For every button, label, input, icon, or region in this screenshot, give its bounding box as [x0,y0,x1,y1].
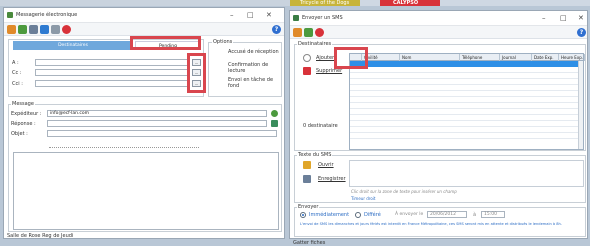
grid-header: Civilité Nom Téléphone Journal Date Exp.… [350,54,585,61]
minimize-button[interactable]: – [230,11,234,19]
tab-destinataires[interactable]: Destinataires [13,41,133,50]
sms-maximize-button[interactable]: □ [560,14,567,22]
sms-cancel-icon[interactable] [315,28,324,37]
save-sms-icon [303,175,311,183]
to-label: A : [12,60,19,66]
options-group: Options Accusé de réception Confirmation… [208,39,282,97]
col-nom[interactable]: Nom [400,54,460,61]
edit-reply-icon[interactable] [271,120,278,127]
to-field[interactable] [35,59,190,66]
expediteur-select[interactable]: info@ecf-lan.com [47,110,267,117]
refresh-icon[interactable] [51,25,60,34]
cci-label: Cci : [12,81,23,87]
email-status: Salle de Rose Reg de Jeudi [7,233,74,239]
sms-send-title: Envoyer [297,204,320,210]
editor-toolbar [49,142,199,148]
highlight-pending-tab [130,36,201,50]
enregistrer-button[interactable]: Enregistrer [318,176,346,182]
open-icon [303,161,311,169]
option-confirmation[interactable]: Confirmation de lecture [228,62,282,74]
objet-field[interactable] [47,130,277,137]
highlight-ajouter [334,47,368,69]
col-telephone[interactable]: Téléphone [460,54,500,61]
table-row[interactable] [350,133,583,139]
option-envoi[interactable]: Envoi en tâche de fond [228,77,282,89]
sms-help-icon[interactable]: ? [577,28,586,37]
cci-field[interactable] [35,80,190,87]
immediatement-label[interactable]: Immédiatement [309,212,349,218]
grid-scrollbar[interactable] [578,61,583,149]
ajouter-button[interactable]: Ajouter [316,55,334,61]
expediteur-label: Expéditeur : [11,111,42,117]
sms-send-group: Envoyer Immédiatement Différé À envoyer … [294,204,586,237]
message-title: Message [11,101,35,107]
sms-close-button[interactable]: ✕ [578,14,584,22]
cancel-icon[interactable] [62,25,71,34]
options-title: Options [212,39,234,45]
col-journal[interactable]: Journal [500,54,532,61]
recipient-count: 0 destinataire [303,123,338,129]
sms-minimize-button[interactable]: – [542,14,546,22]
a-label: à [473,212,477,218]
option-accuse[interactable]: Accusé de réception [228,49,282,55]
legal-note: L'envoi de SMS les dimanches et jours fé… [300,222,562,226]
radio-immediatement[interactable] [300,212,306,218]
sms-window-title: Envoyer un SMS [302,15,343,21]
sms-status: Gatter fiches [293,240,326,246]
strip-gray-segment [0,0,290,6]
message-group: Message Expéditeur : info@ecf-lan.com Ré… [8,101,282,232]
sms-text-group: Texte du SMS Ouvrir Enregistrer Clic dro… [294,152,586,203]
sms-toolbar: ? [290,26,587,39]
attach-icon[interactable] [29,25,38,34]
ouvrir-button[interactable]: Ouvrir [318,162,334,168]
differe-label[interactable]: Différé [364,212,381,218]
email-toolbar: ? [4,23,284,36]
sms-titlebar: Envoyer un SMS – □ ✕ [290,11,587,26]
maximize-button[interactable]: □ [247,11,254,19]
sms-window: Envoyer un SMS – □ ✕ ? Destinataires Ajo… [289,10,588,246]
col-date-exp[interactable]: Date Exp. [532,54,559,61]
window-title: Messagerie électronique [16,12,78,18]
date-field[interactable]: 20/06/2012 [427,211,467,218]
strip-tab-left[interactable]: Tricycle of the Dogs [300,0,349,6]
add-sender-icon[interactable] [271,110,278,117]
email-window: Messagerie électronique – □ ✕ ? Destinat… [3,7,285,239]
taskbar-strip: Tricycle of the Dogs CALYPSO [0,0,590,6]
send-icon[interactable] [18,25,27,34]
email-titlebar: Messagerie électronique – □ ✕ [4,8,284,23]
cc-label: Cc : [12,70,22,76]
reponse-label: Réponse : [11,121,36,127]
objet-label: Objet : [11,131,28,137]
sms-timer: Timeur droit [351,196,376,201]
sms-dest-title: Destinataires [297,41,333,47]
sms-save-icon[interactable] [293,28,302,37]
check-icon[interactable] [40,25,49,34]
sms-hint: Clic droit sur la zone de texte pour ins… [351,189,457,194]
sms-text-area[interactable] [349,160,584,187]
recipients-grid[interactable]: Civilité Nom Téléphone Journal Date Exp.… [349,53,585,150]
reponse-field[interactable] [47,120,267,127]
message-editor[interactable] [13,152,279,230]
envoyer-le-label: À envoyer le [395,212,424,217]
time-field[interactable]: 15:00 [481,211,505,218]
remove-icon [303,67,311,75]
radio-differe[interactable] [355,212,361,218]
help-icon[interactable]: ? [272,25,281,34]
add-icon [303,54,311,62]
cc-field[interactable] [35,69,190,76]
sms-send-icon[interactable] [304,28,313,37]
app-icon [7,12,13,18]
close-button[interactable]: ✕ [266,11,272,19]
save-icon[interactable] [7,25,16,34]
col-heure-exp[interactable]: Heure Exp. [559,54,585,61]
highlight-picker-buttons [187,53,206,93]
sms-text-title: Texte du SMS [297,152,333,158]
strip-tab-right[interactable]: CALYPSO [393,0,418,6]
sms-app-icon [293,15,299,21]
